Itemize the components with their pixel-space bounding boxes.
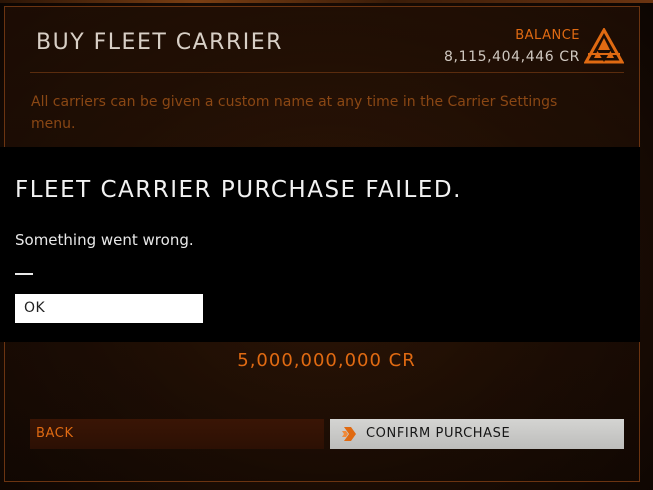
pilot-rank-icon (584, 28, 624, 64)
confirm-purchase-button[interactable]: CONFIRM PURCHASE (330, 419, 624, 449)
header-divider (30, 72, 624, 73)
confirm-purchase-label: CONFIRM PURCHASE (366, 426, 511, 441)
balance-value: 8,115,404,446 CR (444, 49, 580, 65)
dialog-title: FLEET CARRIER PURCHASE FAILED. (15, 177, 462, 203)
carrier-name-info: All carriers can be given a custom name … (31, 94, 558, 132)
carrier-cost-value: 5,000,000,000 CR (237, 350, 416, 371)
back-button-label: BACK (36, 426, 74, 441)
purchase-failed-dialog: FLEET CARRIER PURCHASE FAILED. Something… (0, 147, 640, 342)
ok-button-label: OK (24, 300, 46, 316)
frame-top-border (0, 0, 653, 3)
buy-fleet-carrier-screen: BUY FLEET CARRIER BALANCE 8,115,404,446 … (0, 0, 653, 490)
chevron-arrow-icon (342, 427, 356, 441)
balance-label: BALANCE (515, 28, 580, 43)
dialog-separator (15, 273, 33, 275)
dialog-message: Something went wrong. (15, 231, 194, 249)
back-button[interactable]: BACK (30, 419, 324, 449)
ok-button[interactable]: OK (15, 294, 203, 323)
page-title: BUY FLEET CARRIER (36, 30, 283, 55)
